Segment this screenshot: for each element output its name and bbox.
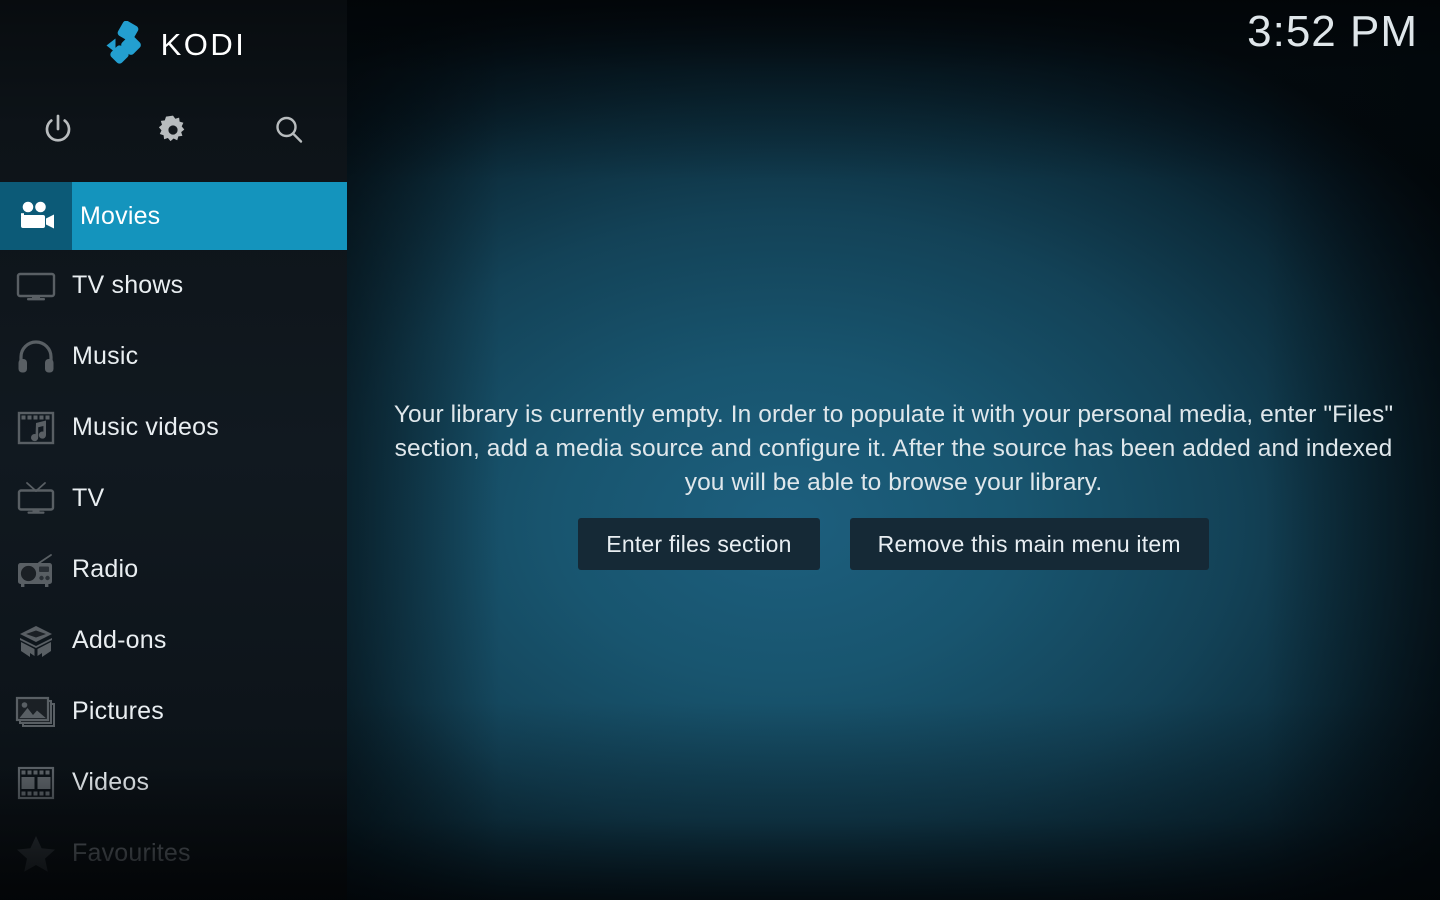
sidebar-item-label: Music — [72, 342, 139, 370]
empty-library-message: Your library is currently empty. In orde… — [393, 401, 1394, 496]
headphones-icon — [0, 321, 72, 392]
television-icon — [0, 463, 72, 534]
sidebar-item-label: Pictures — [72, 697, 164, 725]
gear-icon — [156, 113, 190, 147]
empty-library-actions: Enter files section Remove this main men… — [394, 518, 1394, 570]
sidebar-item-favourites[interactable]: Favourites — [0, 818, 347, 889]
sidebar-item-label: Favourites — [72, 839, 191, 867]
settings-button[interactable] — [116, 88, 232, 172]
power-icon — [41, 113, 75, 147]
sidebar-item-tv-shows[interactable]: TV shows — [0, 250, 347, 321]
radio-icon — [0, 534, 72, 605]
sidebar-item-label: Music videos — [72, 413, 219, 441]
remove-main-menu-item-button[interactable]: Remove this main menu item — [849, 518, 1209, 570]
sidebar-item-radio[interactable]: Radio — [0, 534, 347, 605]
sidebar-item-label: Radio — [72, 555, 139, 583]
sidebar-item-label: Videos — [72, 768, 150, 796]
kodi-logo-icon — [101, 20, 147, 67]
sidebar-top-actions — [0, 88, 347, 172]
sidebar-item-pictures[interactable]: Pictures — [0, 676, 347, 747]
sidebar: KODI Movies TV shows Music Music videos … — [0, 0, 347, 900]
sidebar-item-movies-labelbox: Movies — [72, 182, 347, 250]
open-box-icon — [0, 605, 72, 676]
star-icon — [0, 818, 72, 889]
monitor-icon — [0, 250, 72, 321]
sidebar-item-label: TV shows — [72, 271, 184, 299]
kodi-wordmark: KODI — [160, 26, 247, 62]
main-menu: Movies TV shows Music Music videos TV Ra… — [0, 182, 347, 889]
search-button[interactable] — [231, 88, 347, 172]
sidebar-item-tv[interactable]: TV — [0, 463, 347, 534]
search-icon — [272, 113, 306, 147]
enter-files-section-button[interactable]: Enter files section — [578, 518, 820, 570]
sidebar-item-videos[interactable]: Videos — [0, 747, 347, 818]
sidebar-item-label: Movies — [80, 201, 161, 230]
movie-camera-icon — [0, 182, 72, 250]
sidebar-item-music[interactable]: Music — [0, 321, 347, 392]
empty-library-panel: Your library is currently empty. In orde… — [394, 398, 1394, 570]
sidebar-item-music-videos[interactable]: Music videos — [0, 392, 347, 463]
sidebar-item-add-ons[interactable]: Add-ons — [0, 605, 347, 676]
sidebar-item-label: Add-ons — [72, 626, 167, 654]
photos-icon — [0, 676, 72, 747]
film-note-icon — [0, 392, 72, 463]
kodi-logo: KODI — [0, 0, 347, 88]
sidebar-item-label: TV — [72, 484, 105, 512]
kodi-home-screen: 3:52 PM KODI Movies TV shows Music Music… — [0, 0, 1440, 900]
main-content: Your library is currently empty. In orde… — [347, 0, 1440, 900]
sidebar-item-movies[interactable]: Movies — [0, 182, 347, 250]
power-button[interactable] — [0, 88, 116, 172]
film-strip-icon — [0, 747, 72, 818]
